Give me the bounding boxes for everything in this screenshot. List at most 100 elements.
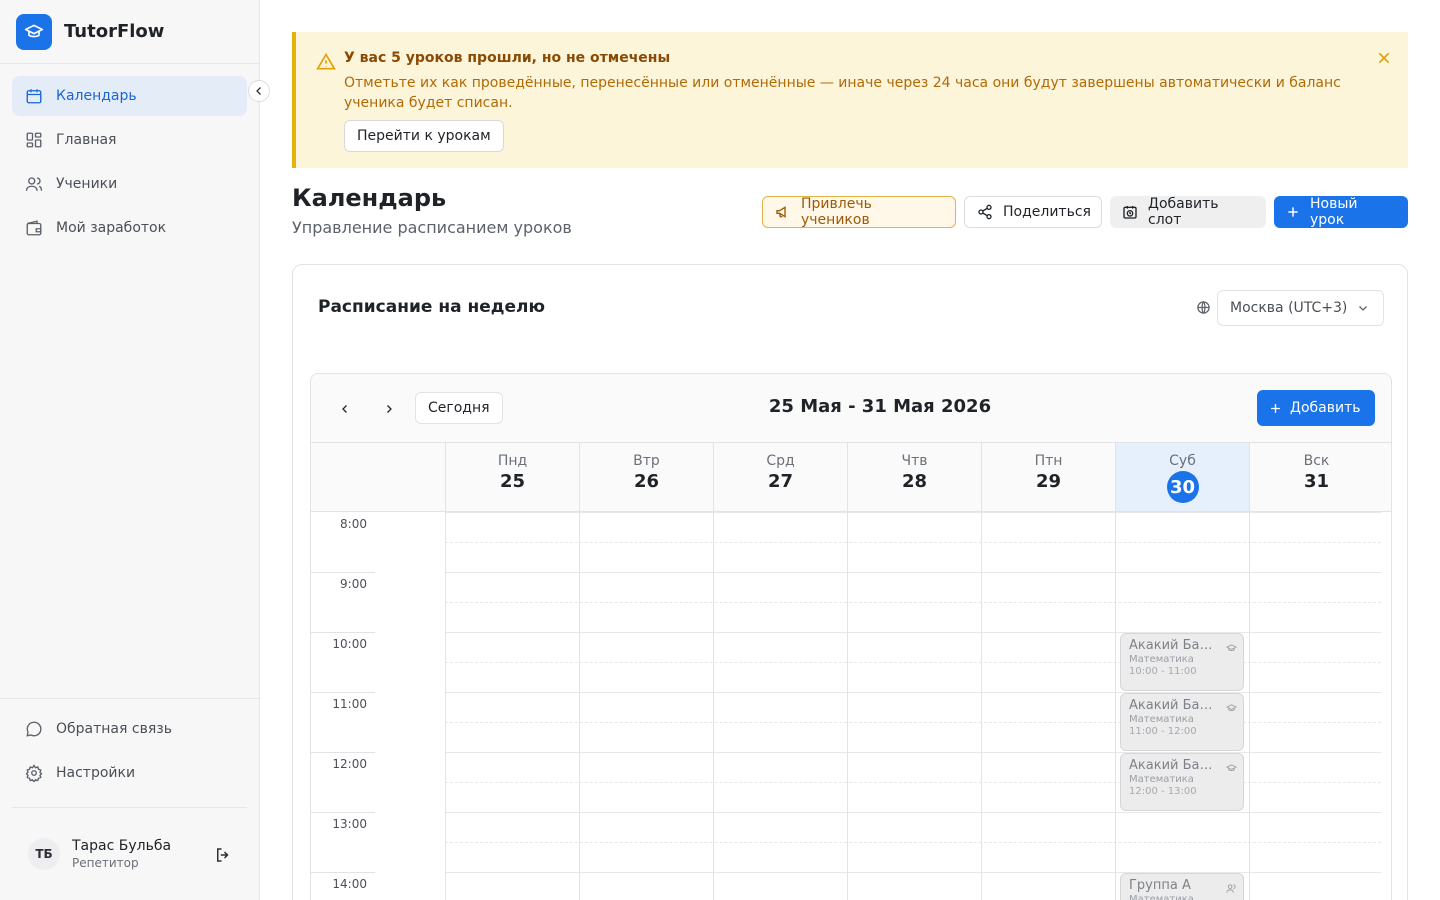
lesson-title: Акакий Баш... [1129,758,1221,773]
day-header-27[interactable]: Срд 27 [713,443,847,511]
time-label: 14:00 [332,877,367,891]
sidebar-item-earnings[interactable]: Мой заработок [12,208,247,248]
sidebar-item-feedback[interactable]: Обратная связь [12,709,247,749]
calendar-icon [24,86,44,106]
new-lesson-button[interactable]: Новый урок [1274,196,1408,228]
time-label: 9:00 [340,577,367,591]
lesson-event[interactable]: Акакий Баш... Математика 10:00 - 11:00 [1120,633,1244,691]
add-slot-label: Добавить слот [1148,196,1219,228]
app-name: TutorFlow [64,21,165,42]
day-name: Срд [766,453,795,469]
chat-icon [24,719,44,739]
day-column-26[interactable] [579,512,713,900]
day-header-29[interactable]: Птн 29 [981,443,1115,511]
wallet-icon [24,218,44,238]
time-label: 12:00 [332,757,367,771]
weekly-schedule-card: Расписание на неделю Москва (UTC+3) Сего… [292,264,1408,900]
day-header-28[interactable]: Чтв 28 [847,443,981,511]
day-header-26[interactable]: Втр 26 [579,443,713,511]
page-title: Календарь [292,184,447,212]
chevron-down-icon [1357,302,1369,318]
dashboard-icon [24,130,44,150]
schedule-title: Расписание на неделю [318,297,545,317]
time-grid: 8:00 9:00 10:00 11:00 12:00 13:00 14:00 Акакий … [311,512,1391,900]
plus-icon [1286,205,1300,219]
day-column-25[interactable] [445,512,579,900]
sidebar-item-home[interactable]: Главная [12,120,247,160]
day-number: 26 [633,471,660,492]
day-column-27[interactable] [713,512,847,900]
attract-students-button[interactable]: Привлечь учеников [762,196,956,228]
day-name: Вск [1303,453,1330,469]
attract-students-label: Привлечь учеников [801,196,872,228]
time-label: 13:00 [332,817,367,831]
sidebar-item-label: Ученики [56,176,118,192]
user-name: Тарас Бульба [72,838,172,854]
calendar-clock-icon [1122,204,1138,220]
chevron-left-icon [256,87,261,95]
user-profile[interactable]: ТБ Тарас Бульба Репетитор [12,807,247,900]
today-day-number: 30 [1166,471,1199,503]
time-label: 10:00 [332,637,367,651]
close-icon[interactable] [1376,50,1392,70]
sidebar-item-label: Календарь [56,88,137,104]
lesson-time: 10:00 - 11:00 [1129,666,1197,677]
day-number: 31 [1303,471,1330,492]
day-name: Втр [633,453,660,469]
logout-icon[interactable] [214,846,232,868]
timezone-select[interactable]: Москва (UTC+3) [1217,290,1384,326]
time-label: 8:00 [340,517,367,531]
lesson-event[interactable]: Акакий Баш... Математика 12:00 - 13:00 [1120,753,1244,811]
sidebar-item-settings[interactable]: Настройки [12,753,247,793]
share-icon [977,204,993,220]
share-button[interactable]: Поделиться [964,196,1102,228]
day-name: Суб [1169,453,1196,469]
day-name: Птн [1034,453,1063,469]
user-info: Тарас Бульба Репетитор [72,838,171,870]
week-range: 25 Мая - 31 Мая 2026 [768,396,992,417]
add-slot-button[interactable]: Добавить слот [1110,196,1266,228]
day-header-31[interactable]: Вск 31 [1249,443,1383,511]
graduation-cap-icon [1225,759,1238,778]
day-name: Чтв [901,453,928,469]
collapse-sidebar-button[interactable] [248,80,270,102]
lesson-subject: Математика [1129,774,1194,785]
lesson-time: 11:00 - 12:00 [1129,726,1197,737]
add-event-label: Добавить [1290,400,1361,416]
week-calendar: Сегодня 25 Мая - 31 Мая 2026 Добавить Пн… [310,373,1392,900]
add-event-button[interactable]: Добавить [1257,390,1375,426]
go-to-lessons-button[interactable]: Перейти к урокам [344,120,504,152]
megaphone-icon [775,204,791,220]
sidebar-bottom: Обратная связь Настройки [0,698,259,797]
hour-divider [311,752,375,753]
gear-icon [24,763,44,783]
hour-divider [311,632,375,633]
alert-title: У вас 5 уроков прошли, но не отмечены [344,50,671,66]
hour-divider [311,692,375,693]
day-column-29[interactable] [981,512,1115,900]
day-header-25[interactable]: Пнд 25 [445,443,579,511]
page-subtitle: Управление расписанием уроков [292,218,572,237]
lesson-event[interactable]: Группа А Математика [1120,873,1244,900]
graduation-cap-icon [1225,699,1238,718]
user-role: Репетитор [72,856,139,870]
alert-text: Отметьте их как проведённые, перенесённы… [344,75,1341,111]
avatar: ТБ [28,838,60,870]
days-header: Пнд 25 Втр 26 Срд 27 Чтв 28 Птн 29 Суб 30 Вск 31 [311,443,1391,512]
day-number: 28 [901,471,928,492]
brand[interactable]: TutorFlow [0,0,259,64]
lesson-title: Группа А [1129,878,1191,893]
day-number: 25 [499,471,526,492]
sidebar-item-label: Мой заработок [56,220,167,236]
day-column-31[interactable] [1249,512,1383,900]
sidebar-item-students[interactable]: Ученики [12,164,247,204]
sidebar-item-calendar[interactable]: Календарь [12,76,247,116]
lesson-title: Акакий Баш... [1129,638,1221,653]
sidebar-nav: Календарь Главная Ученики Мой заработок [0,64,259,264]
lesson-event[interactable]: Акакий Баш... Математика 11:00 - 12:00 [1120,693,1244,751]
sidebar-item-label: Настройки [56,765,136,781]
lesson-subject: Математика [1129,894,1194,900]
day-header-30[interactable]: Суб 30 [1115,443,1249,511]
globe-icon [1196,300,1211,319]
day-column-28[interactable] [847,512,981,900]
